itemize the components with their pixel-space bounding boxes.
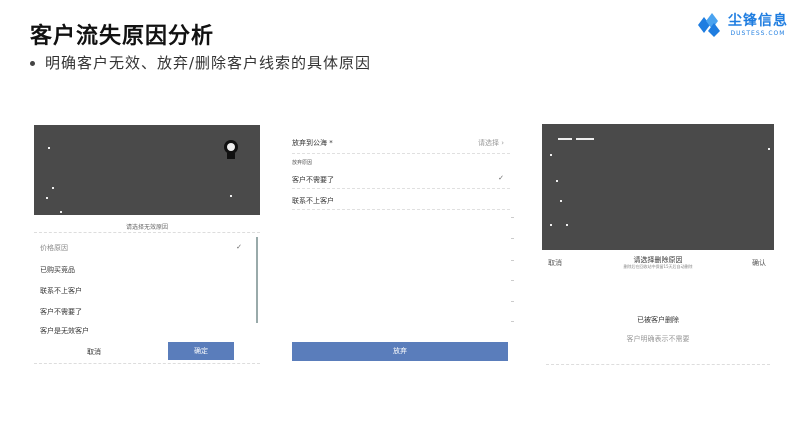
- logo-text: 尘锋信息 DUSTESS.COM: [728, 10, 788, 37]
- logo-name-en: DUSTESS.COM: [730, 30, 786, 37]
- logo-icon: [696, 11, 722, 37]
- abandon-reason-option[interactable]: 客户不需要了: [292, 175, 334, 185]
- reason-option-label: 已购买竞品: [40, 266, 75, 274]
- abandon-panel: 放弃到公海 * 请选择 › 放弃原因 客户不需要了 ✓ 联系不上客户 放弃: [288, 125, 514, 365]
- public-pool-select[interactable]: 请选择 ›: [478, 138, 504, 148]
- reason-option-label: 联系不上客户: [40, 287, 82, 295]
- logo-name-cn: 尘锋信息: [728, 13, 788, 29]
- divider: [292, 188, 510, 189]
- reason-option-label: 客户是无效客户: [40, 327, 89, 335]
- bullet-icon: [30, 61, 35, 66]
- divider: [546, 364, 770, 365]
- divider: [34, 232, 260, 233]
- reason-hint: 请选择无效原因: [125, 224, 168, 231]
- slide-subtitle-text: 明确客户无效、放弃/删除客户线索的具体原因: [45, 54, 372, 72]
- user-silhouette-icon: [222, 139, 240, 161]
- public-pool-label: 放弃到公海 *: [292, 139, 333, 147]
- reason-option[interactable]: 联系不上客户: [40, 286, 252, 296]
- divider: [292, 153, 510, 154]
- abandon-reason-label: 放弃原因: [292, 160, 313, 166]
- divider: [292, 209, 510, 210]
- reason-option[interactable]: 价格原因 ✓: [40, 243, 252, 253]
- check-icon: ✓: [236, 243, 242, 251]
- dimmed-background: [542, 124, 774, 250]
- confirm-button[interactable]: 确定: [168, 342, 234, 360]
- reason-option-label: 价格原因: [40, 244, 68, 252]
- brand-logo: 尘锋信息 DUSTESS.COM: [696, 10, 788, 37]
- delete-reason-option[interactable]: 客户明确表示不需要: [542, 334, 774, 344]
- slide-subtitle: 明确客户无效、放弃/删除客户线索的具体原因: [30, 52, 371, 73]
- divider: [34, 363, 260, 364]
- invalid-reason-panel: 请选择无效原因 价格原因 ✓ 已购买竞品 联系不上客户 客户不需要了 客户是无效…: [34, 125, 260, 365]
- delete-reason-panel: 取消 请选择删除原因 删除后在回收站中保留15天后自动删除 确认 已被客户删除 …: [542, 124, 774, 367]
- slide: 客户流失原因分析 明确客户无效、放弃/删除客户线索的具体原因 尘锋信息 DUST…: [0, 0, 800, 445]
- dimmed-background: [34, 125, 260, 215]
- reason-option[interactable]: 客户是无效客户: [40, 326, 252, 336]
- cancel-button[interactable]: 取消: [54, 347, 134, 357]
- reason-option-label: 客户不需要了: [40, 308, 82, 316]
- confirm-button[interactable]: 确认: [752, 258, 766, 268]
- abandon-reason-option[interactable]: 联系不上客户: [292, 196, 334, 206]
- reason-option[interactable]: 已购买竞品: [40, 265, 252, 275]
- delete-reason-subtitle: 删除后在回收站中保留15天后自动删除: [623, 264, 693, 269]
- delete-reason-option[interactable]: 已被客户删除: [542, 315, 774, 325]
- abandon-button[interactable]: 放弃: [292, 342, 508, 361]
- scrollbar[interactable]: [256, 237, 258, 323]
- check-icon: ✓: [498, 174, 504, 182]
- reason-option[interactable]: 客户不需要了: [40, 307, 252, 317]
- slide-title: 客户流失原因分析: [30, 24, 215, 49]
